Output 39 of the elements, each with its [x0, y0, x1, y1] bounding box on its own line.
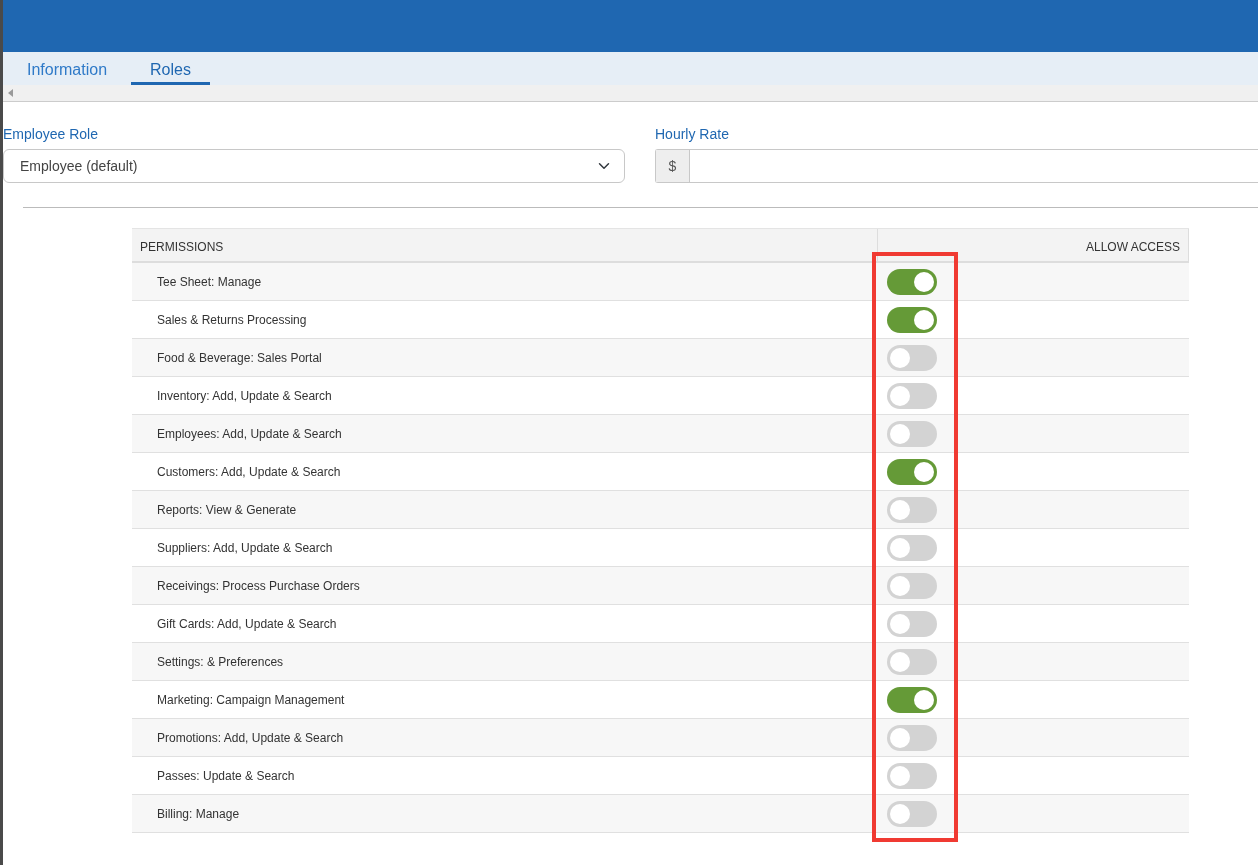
- column-header: PERMISSIONS: [140, 240, 224, 254]
- toggle-switch[interactable]: [887, 800, 937, 827]
- permission-name: Receivings: Process Purchase Orders: [157, 578, 360, 593]
- toggle-switch[interactable]: [887, 648, 937, 675]
- toggle-switch[interactable]: [887, 534, 937, 561]
- permission-name: Billing: Manage: [157, 806, 240, 821]
- permission-name: Inventory: Add, Update & Search: [157, 388, 332, 403]
- toggle-switch[interactable]: [887, 496, 937, 523]
- permission-name: Passes: Update & Search: [157, 768, 295, 783]
- toggle-switch[interactable]: [887, 686, 937, 713]
- toggle-switch[interactable]: [887, 572, 937, 599]
- rate-field[interactable]: $: [655, 149, 1258, 183]
- toggle-switch[interactable]: [887, 344, 937, 371]
- permission-name: Reports: View & Generate: [157, 502, 297, 517]
- field-label: Employee Role: [3, 125, 99, 144]
- permission-name: Gift Cards: Add, Update & Search: [157, 616, 337, 631]
- left-arrow-icon[interactable]: [8, 89, 13, 97]
- tab[interactable]: Information: [15, 52, 120, 85]
- toggle-switch[interactable]: [887, 268, 937, 295]
- role-select[interactable]: Employee (default): [3, 149, 625, 183]
- permission-name: Promotions: Add, Update & Search: [157, 730, 344, 745]
- toggle-switch[interactable]: [887, 382, 937, 409]
- toggle-switch[interactable]: [887, 610, 937, 637]
- permission-name: Customers: Add, Update & Search: [157, 464, 341, 479]
- permission-name: Tee Sheet: Manage: [157, 274, 262, 289]
- toggle-switch[interactable]: [887, 458, 937, 485]
- permission-name: Sales & Returns Processing: [157, 312, 307, 327]
- toggle-switch[interactable]: [887, 306, 937, 333]
- permission-name: Employees: Add, Update & Search: [157, 426, 342, 441]
- currency-prefix: $: [656, 150, 690, 182]
- permission-name: Settings: & Preferences: [157, 654, 284, 669]
- toggle-switch[interactable]: [887, 420, 937, 447]
- permission-name: Marketing: Campaign Management: [157, 692, 345, 707]
- permission-name: Food & Beverage: Sales Portal: [157, 350, 322, 365]
- field-label: Hourly Rate: [655, 125, 730, 144]
- permission-name: Suppliers: Add, Update & Search: [157, 540, 333, 555]
- toggle-switch[interactable]: [887, 724, 937, 751]
- column-header: ALLOW ACCESS: [1085, 240, 1180, 254]
- toggle-switch[interactable]: [887, 762, 937, 789]
